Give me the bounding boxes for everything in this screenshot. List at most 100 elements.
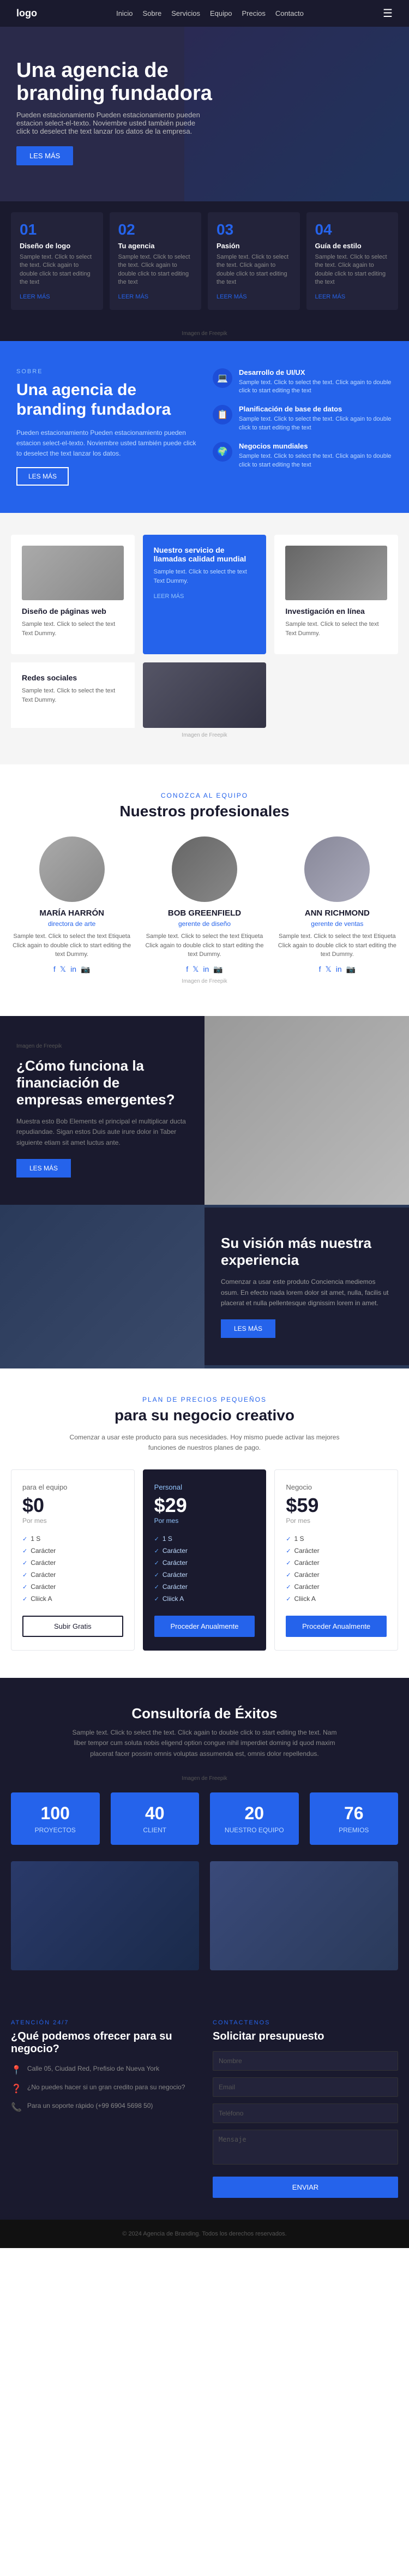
team-member-1-name: MARÍA HARRÓN <box>11 909 133 918</box>
contact-section: Atención 24/7 ¿Qué podemos ofrecer para … <box>0 1998 409 2220</box>
contact-info-label: Atención 24/7 <box>11 2019 196 2026</box>
nav-link-precios[interactable]: Precios <box>242 9 265 17</box>
stat-number-0: 100 <box>22 1803 89 1824</box>
pricing-feature-1-2: Carácter <box>154 1557 255 1569</box>
pricing-period-2: Por mes <box>286 1517 387 1525</box>
stats-image-2 <box>210 1861 398 1970</box>
about-description: Pueden estacionamiento Pueden estacionam… <box>16 428 196 459</box>
team-member-1-avatar <box>39 836 105 902</box>
about-features: 💻 Desarrollo de UI/UX Sample text. Click… <box>213 368 393 469</box>
service-2-title: Nuestro servicio de llamadas calidad mun… <box>154 546 256 563</box>
social-facebook-icon-3[interactable]: f <box>319 965 321 974</box>
social-linkedin-icon-1[interactable]: in <box>70 965 76 974</box>
social-facebook-icon-2[interactable]: f <box>186 965 188 974</box>
social-twitter-icon-2[interactable]: 𝕏 <box>193 965 199 974</box>
about-feature-2: 📋 Planificación de base de datos Sample … <box>213 405 393 432</box>
stats-header: Consultoría de Éxitos Sample text. Click… <box>11 1705 398 1759</box>
form-group-name <box>213 2051 398 2071</box>
step-2-link[interactable]: LEER MÁS <box>118 294 149 300</box>
team-image-credit: Imagen de Freepik <box>11 974 398 989</box>
feature-1-description: Sample text. Click to select the text. C… <box>239 379 393 396</box>
stat-label-1: CLIENT <box>122 1826 189 1834</box>
step-1-description: Sample text. Click to select the text. C… <box>20 253 94 287</box>
pricing-label: Plan de precios pequeños <box>11 1396 398 1403</box>
services-grid: Diseño de páginas web Sample text. Click… <box>11 535 398 728</box>
vision-left-image <box>0 1205 204 1368</box>
pricing-feature-2-3: Carácter <box>286 1569 387 1581</box>
social-twitter-icon-3[interactable]: 𝕏 <box>325 965 331 974</box>
social-instagram-icon-3[interactable]: 📷 <box>346 965 356 974</box>
nav-link-servicios[interactable]: Servicios <box>171 9 200 17</box>
step-2: 02 Tu agencia Sample text. Click to sele… <box>110 212 202 310</box>
stat-number-2: 20 <box>221 1803 288 1824</box>
hero-cta-button[interactable]: LES MÁS <box>16 146 73 165</box>
contact-grid: Atención 24/7 ¿Qué podemos ofrecer para … <box>11 2019 398 2198</box>
contact-info-title: ¿Qué podemos ofrecer para su negocio? <box>11 2030 196 2055</box>
step-1-link[interactable]: LEER MÁS <box>20 294 50 300</box>
pricing-period-0: Por mes <box>22 1517 123 1525</box>
about-cta-button[interactable]: LES MÁS <box>16 467 69 486</box>
team-member-3-name: ANN RICHMOND <box>276 909 398 918</box>
stat-card-1: 40 CLIENT <box>111 1792 200 1845</box>
pricing-button-personal[interactable]: Proceder Anualmente <box>154 1616 255 1637</box>
contact-phone: 📞 Para un soporte rápido (+99 6904 5698 … <box>11 2101 196 2113</box>
phone-input[interactable] <box>213 2103 398 2123</box>
pricing-plan-2: Negocio <box>286 1483 387 1491</box>
team-member-1-description: Sample text. Click to select the text Et… <box>11 932 133 959</box>
team-member-3-role: gerente de ventas <box>276 920 398 928</box>
steps-grid: 01 Diseño de logo Sample text. Click to … <box>11 212 398 310</box>
team-member-2: BOB GREENFIELD gerente de diseño Sample … <box>143 836 265 974</box>
service-4-description: Sample text. Click to select the text Te… <box>22 686 124 704</box>
contact-info: Atención 24/7 ¿Qué podemos ofrecer para … <box>11 2019 196 2198</box>
service-2-link[interactable]: LEER MÁS <box>154 593 184 600</box>
social-twitter-icon-1[interactable]: 𝕏 <box>60 965 66 974</box>
name-input[interactable] <box>213 2051 398 2071</box>
message-textarea[interactable] <box>213 2130 398 2165</box>
pricing-features-1: 1 S Carácter Carácter Carácter Carácter … <box>154 1533 255 1605</box>
step-4-number: 04 <box>315 221 390 238</box>
vision-cta-button[interactable]: LES MÁS <box>221 1319 275 1338</box>
pricing-period-1: Por mes <box>154 1517 255 1525</box>
team-section-heading: Nuestros profesionales <box>11 803 398 820</box>
vision-content: Su visión más nuestra experiencia Comenz… <box>204 1208 409 1365</box>
pricing-title: para su negocio creativo <box>11 1407 398 1424</box>
nav-link-sobre[interactable]: Sobre <box>143 9 162 17</box>
form-submit-button[interactable]: ENVIAR <box>213 2177 398 2198</box>
step-4-link[interactable]: LEER MÁS <box>315 294 346 300</box>
social-linkedin-icon-2[interactable]: in <box>203 965 209 974</box>
step-2-description: Sample text. Click to select the text. C… <box>118 253 193 287</box>
feature-3-content: Negocios mundiales Sample text. Click to… <box>239 442 393 469</box>
pricing-feature-2-5: Cliick A <box>286 1593 387 1605</box>
nav-link-inicio[interactable]: Inicio <box>116 9 133 17</box>
financing-image-label: Imagen de Freepik <box>16 1043 188 1049</box>
nav-link-equipo[interactable]: Equipo <box>210 9 232 17</box>
pricing-feature-1-0: 1 S <box>154 1533 255 1545</box>
team-member-2-role: gerente de diseño <box>143 920 265 928</box>
financing-cta-button[interactable]: LES MÁS <box>16 1159 71 1178</box>
hero-title: Una agencia de branding fundadora <box>16 59 234 105</box>
step-3-link[interactable]: LEER MÁS <box>216 294 247 300</box>
pricing-feature-0-1: Carácter <box>22 1545 123 1557</box>
social-instagram-icon-1[interactable]: 📷 <box>81 965 90 974</box>
social-facebook-icon-1[interactable]: f <box>53 965 56 974</box>
service-card-4: Redes sociales Sample text. Click to sel… <box>11 662 266 728</box>
hamburger-icon[interactable]: ☰ <box>383 7 393 20</box>
social-linkedin-icon-3[interactable]: in <box>336 965 342 974</box>
vision-description: Comenzar a usar este produto Conciencia … <box>221 1277 393 1308</box>
pricing-button-business[interactable]: Proceder Anualmente <box>286 1616 387 1637</box>
social-instagram-icon-2[interactable]: 📷 <box>213 965 222 974</box>
nav-link-contacto[interactable]: Contacto <box>275 9 304 17</box>
pricing-card-business: Negocio $59 Por mes 1 S Carácter Carácte… <box>274 1469 398 1651</box>
team-member-1-role: directora de arte <box>11 920 133 928</box>
email-input[interactable] <box>213 2077 398 2097</box>
phone-icon: 📞 <box>11 2102 22 2113</box>
service-card-3: Investigación en línea Sample text. Clic… <box>274 535 398 654</box>
pricing-button-free[interactable]: Subir Gratis <box>22 1616 123 1637</box>
pricing-feature-0-5: Cliick A <box>22 1593 123 1605</box>
stat-card-0: 100 PROYECTOS <box>11 1792 100 1845</box>
pricing-price-0: $0 <box>22 1494 123 1517</box>
team-member-2-description: Sample text. Click to select the text Et… <box>143 932 265 959</box>
team-section-title: Conozca al equipo Nuestros profesionales <box>11 792 398 820</box>
step-3: 03 Pasión Sample text. Click to select t… <box>208 212 300 310</box>
contact-question: ❓ ¿No puedes hacer si un gran credito pa… <box>11 2082 196 2094</box>
